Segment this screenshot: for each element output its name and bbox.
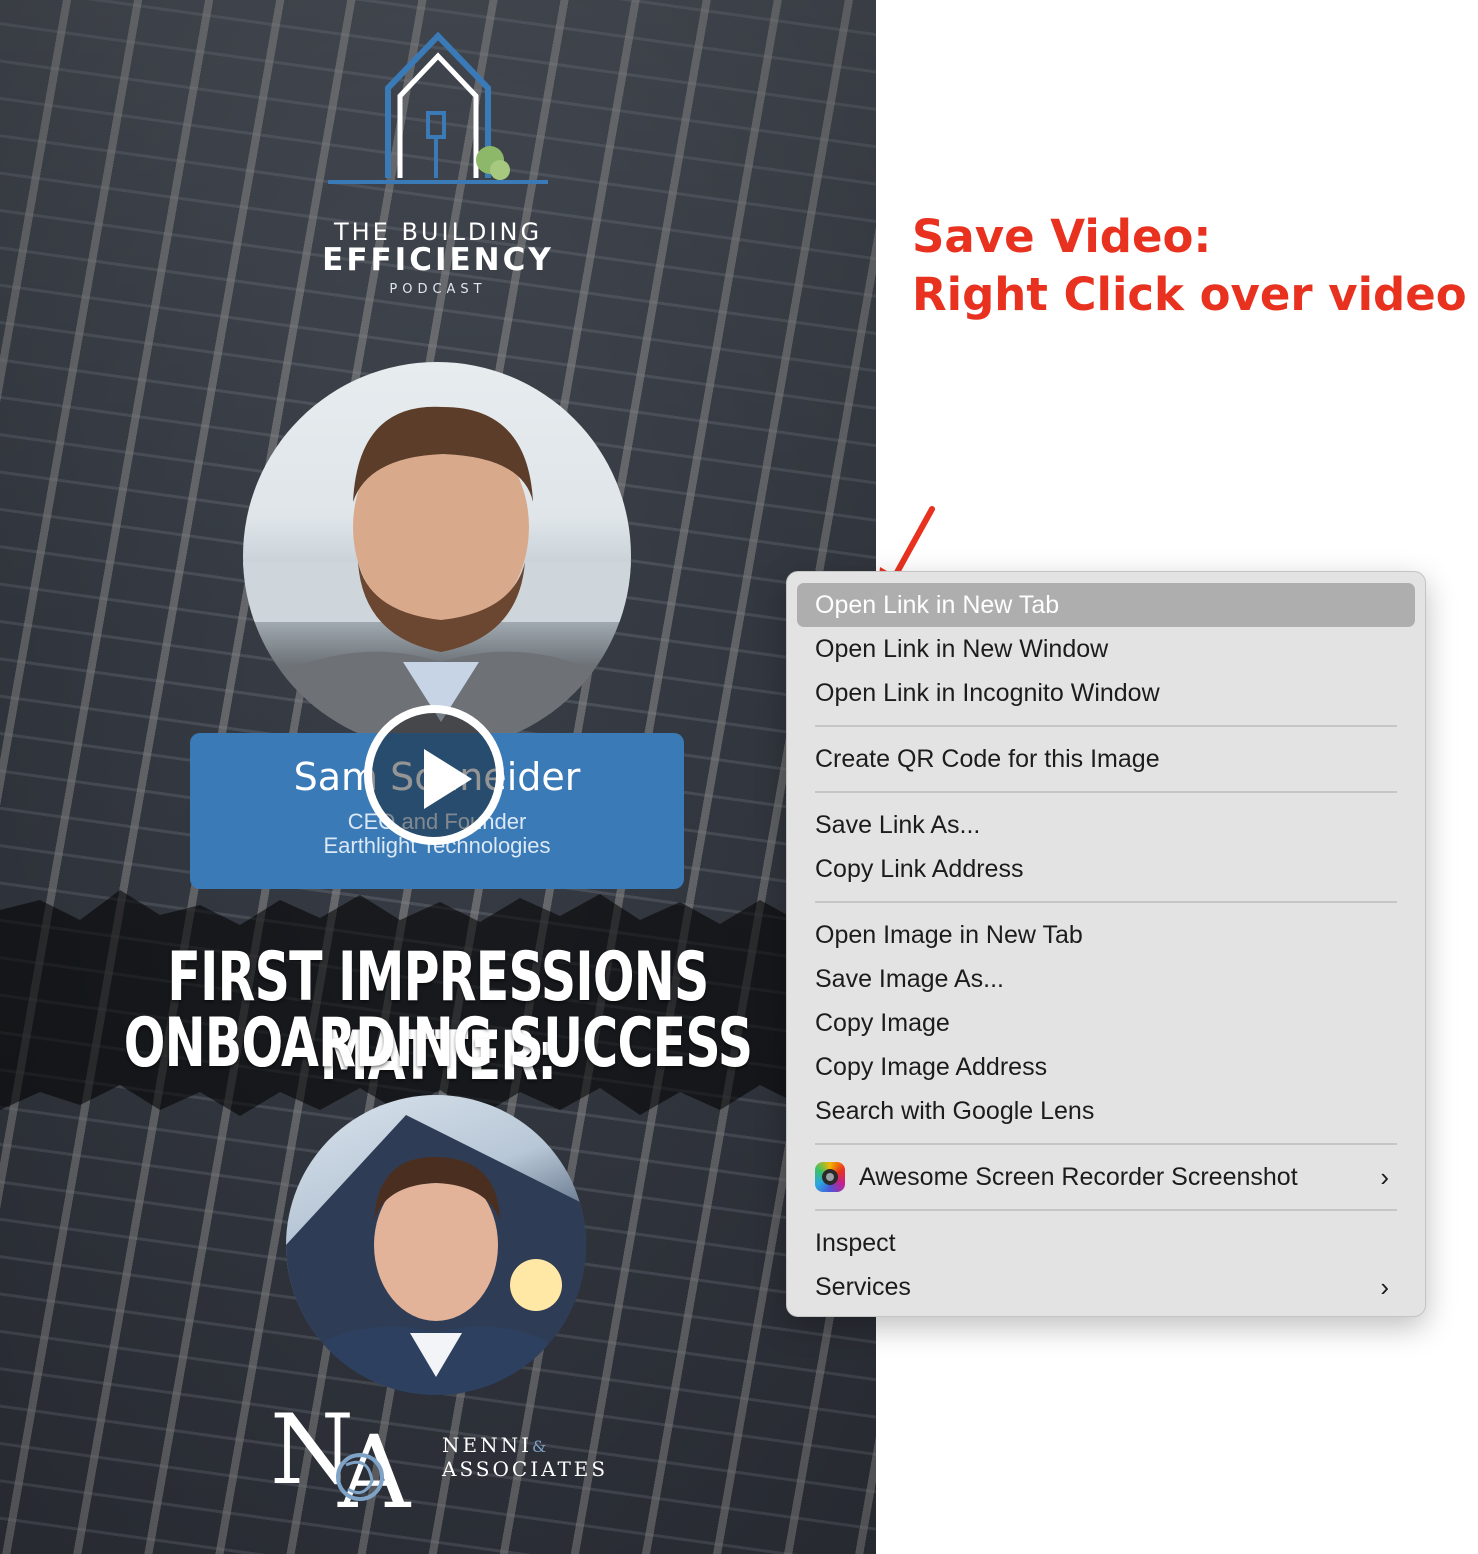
menu-item-label: Open Link in New Window [815, 635, 1109, 663]
menu-separator [815, 1143, 1397, 1145]
menu-item-save-link-as[interactable]: Save Link As... [797, 803, 1415, 847]
chevron-right-icon: › [1380, 1272, 1389, 1302]
menu-item-search-google-lens[interactable]: Search with Google Lens [797, 1089, 1415, 1133]
menu-item-open-link-incognito[interactable]: Open Link in Incognito Window [797, 671, 1415, 715]
menu-item-label: Create QR Code for this Image [815, 745, 1160, 773]
menu-item-open-image-new-tab[interactable]: Open Image in New Tab [797, 913, 1415, 957]
menu-separator [815, 901, 1397, 903]
menu-item-label: Copy Image [815, 1009, 950, 1037]
menu-item-open-link-new-tab[interactable]: Open Link in New Tab [797, 583, 1415, 627]
video-thumbnail[interactable]: THE BUILDING EFFICIENCY PODCAST Sam Schn… [0, 0, 876, 1554]
menu-item-label: Inspect [815, 1229, 896, 1257]
menu-item-services[interactable]: Services › [797, 1265, 1415, 1309]
menu-item-save-image-as[interactable]: Save Image As... [797, 957, 1415, 1001]
menu-item-label: Save Image As... [815, 965, 1004, 993]
annotation-line1: Save Video: [912, 210, 1212, 263]
sponsor-name-line1: NENNI [442, 1433, 532, 1457]
context-menu: Open Link in New Tab Open Link in New Wi… [786, 571, 1426, 1317]
menu-item-label: Save Link As... [815, 811, 981, 839]
host-photo [286, 1095, 586, 1395]
menu-item-label: Open Link in Incognito Window [815, 679, 1160, 707]
menu-separator [815, 791, 1397, 793]
menu-separator [815, 725, 1397, 727]
play-icon [424, 749, 472, 809]
menu-item-create-qr-code[interactable]: Create QR Code for this Image [797, 737, 1415, 781]
podcast-logo: THE BUILDING EFFICIENCY PODCAST [318, 28, 558, 297]
menu-item-copy-link-address[interactable]: Copy Link Address [797, 847, 1415, 891]
sponsor-ampersand: & [532, 1437, 550, 1456]
play-button[interactable] [364, 705, 504, 845]
menu-item-open-link-new-window[interactable]: Open Link in New Window [797, 627, 1415, 671]
logo-title-line3: PODCAST [389, 282, 487, 297]
menu-item-screen-recorder[interactable]: Awesome Screen Recorder Screenshot › [797, 1155, 1415, 1199]
screen-recorder-icon [815, 1162, 845, 1192]
menu-item-label: Copy Link Address [815, 855, 1024, 883]
sponsor-name: NENNI& ASSOCIATES [442, 1434, 608, 1480]
menu-item-label: Search with Google Lens [815, 1097, 1095, 1125]
menu-item-inspect[interactable]: Inspect [797, 1221, 1415, 1265]
guest-photo [243, 362, 631, 750]
menu-separator [815, 1209, 1397, 1211]
annotation-line2: Right Click over video [912, 268, 1467, 321]
menu-item-label: Awesome Screen Recorder Screenshot [859, 1163, 1298, 1191]
menu-item-copy-image-address[interactable]: Copy Image Address [797, 1045, 1415, 1089]
menu-item-label: Open Link in New Tab [815, 591, 1060, 619]
menu-item-copy-image[interactable]: Copy Image [797, 1001, 1415, 1045]
annotation-text: Save Video: Right Click over video [912, 208, 1467, 324]
logo-title-line2: EFFICIENCY [322, 242, 554, 278]
sponsor-name-line2: ASSOCIATES [442, 1457, 609, 1481]
menu-item-label: Open Image in New Tab [815, 921, 1083, 949]
building-logo-icon [328, 31, 548, 184]
menu-item-label: Services [815, 1273, 911, 1301]
chevron-right-icon: › [1380, 1162, 1389, 1192]
menu-item-label: Copy Image Address [815, 1053, 1048, 1081]
nenni-associates-logo-icon: N A [270, 1395, 412, 1513]
headline-line2: ONBOARDING SUCCESS [123, 1004, 753, 1083]
